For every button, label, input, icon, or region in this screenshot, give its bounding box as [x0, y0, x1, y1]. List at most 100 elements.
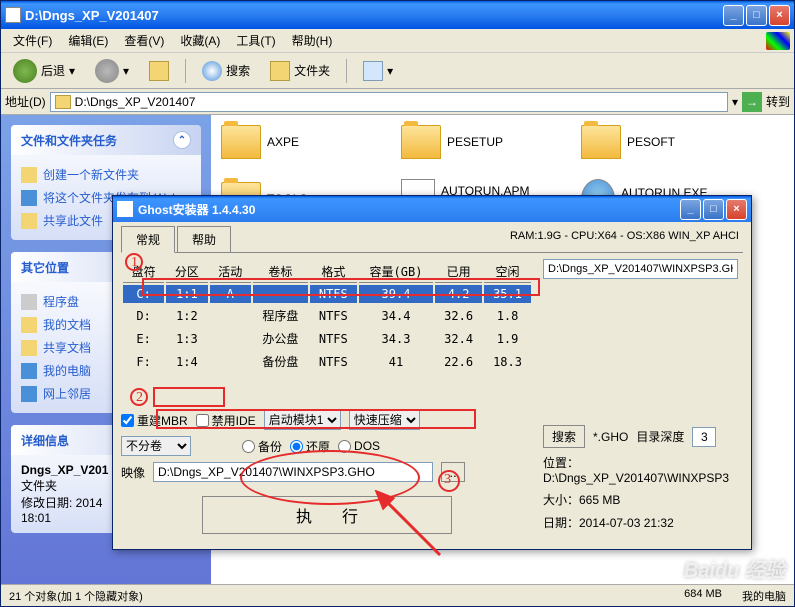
- rebuild-mbr-checkbox[interactable]: 重建MBR: [121, 412, 188, 429]
- dos-radio[interactable]: DOS: [338, 439, 380, 453]
- disk-cell: [253, 285, 308, 303]
- browse-button[interactable]: ..: [441, 462, 465, 482]
- folder-icon: [221, 125, 261, 159]
- disk-row[interactable]: E:1:3办公盘NTFS34.332.41.9: [123, 328, 531, 349]
- disk-cell: 1:3: [166, 328, 207, 349]
- disk-cell: 办公盘: [253, 328, 308, 349]
- image-label: 映像: [121, 464, 145, 481]
- file-item[interactable]: PESETUP: [401, 125, 561, 159]
- dropdown-icon: ▾: [387, 64, 393, 78]
- folder-icon: [21, 167, 37, 183]
- minimize-button[interactable]: _: [723, 5, 744, 26]
- maximize-button[interactable]: □: [703, 199, 724, 220]
- folders-button[interactable]: 文件夹: [262, 57, 338, 85]
- image-path-input[interactable]: [153, 462, 433, 482]
- ghost-title: Ghost安装器 1.4.4.30: [138, 201, 680, 218]
- disk-cell: D:: [123, 305, 164, 326]
- tasks-header: 文件和文件夹任务: [21, 132, 117, 149]
- disk-row[interactable]: F:1:4备份盘NTFS4122.618.3: [123, 351, 531, 372]
- execute-button[interactable]: 执行: [202, 496, 452, 534]
- folder-icon: [55, 95, 71, 109]
- ghost-titlebar[interactable]: Ghost安装器 1.4.4.30 _ □ ×: [113, 196, 751, 222]
- dropdown-icon: ▾: [69, 64, 75, 78]
- minimize-button[interactable]: _: [680, 199, 701, 220]
- watermark: Baidu 经验: [684, 554, 785, 583]
- system-info: RAM:1.9G - CPU:X64 - OS:X86 WIN_XP AHCI: [506, 226, 743, 252]
- network-icon: [21, 386, 37, 402]
- disk-cell: [210, 351, 251, 372]
- up-button[interactable]: [141, 57, 177, 85]
- disk-cell: 22.6: [435, 351, 482, 372]
- column-header[interactable]: 分区: [166, 261, 207, 283]
- column-header[interactable]: 空闲: [484, 261, 531, 283]
- split-select[interactable]: 不分卷: [121, 436, 191, 456]
- tab-general[interactable]: 常规: [121, 226, 175, 253]
- tab-help[interactable]: 帮助: [177, 226, 231, 252]
- restore-radio[interactable]: 还原: [290, 438, 330, 455]
- boot-module-select[interactable]: 启动模块1: [264, 410, 341, 430]
- search-button[interactable]: 搜索: [194, 57, 258, 85]
- gho-path-input[interactable]: [543, 259, 738, 279]
- shared-icon: [21, 340, 37, 356]
- file-item[interactable]: AXPE: [221, 125, 381, 159]
- disk-cell: 32.4: [435, 328, 482, 349]
- collapse-icon[interactable]: ⌃: [173, 131, 191, 149]
- compress-select[interactable]: 快速压缩: [349, 410, 420, 430]
- close-button[interactable]: ×: [769, 5, 790, 26]
- menu-edit[interactable]: 编辑(E): [60, 30, 116, 51]
- column-header[interactable]: 格式: [310, 261, 357, 283]
- addressbar: 地址(D) D:\Dngs_XP_V201407 ▾ → 转到: [1, 89, 794, 115]
- disk-row[interactable]: D:1:2程序盘NTFS34.432.61.8: [123, 305, 531, 326]
- disk-cell: [210, 305, 251, 326]
- date-info: 日期：2014-07-03 21:32: [543, 514, 743, 531]
- back-label: 后退: [41, 62, 65, 79]
- size-info: 大小：665 MB: [543, 491, 743, 508]
- menu-fav[interactable]: 收藏(A): [172, 30, 228, 51]
- xp-logo-icon: [766, 32, 790, 50]
- back-button[interactable]: 后退 ▾: [5, 55, 83, 87]
- column-header[interactable]: 盘符: [123, 261, 164, 283]
- statusbar: 21 个对象(加 1 个隐藏对象) 684 MB 我的电脑: [1, 584, 794, 606]
- status-left: 21 个对象(加 1 个隐藏对象): [9, 588, 143, 604]
- address-value: D:\Dngs_XP_V201407: [75, 95, 196, 109]
- address-input[interactable]: D:\Dngs_XP_V201407: [50, 92, 728, 112]
- disk-cell: 1.8: [484, 305, 531, 326]
- views-button[interactable]: ▾: [355, 57, 401, 85]
- disk-cell: NTFS: [310, 328, 357, 349]
- task-new-folder[interactable]: 创建一个新文件夹: [21, 163, 191, 186]
- ext-label: *.GHO: [593, 430, 628, 444]
- globe-icon: [21, 190, 37, 206]
- drive-icon: [21, 294, 37, 310]
- search-gho-button[interactable]: 搜索: [543, 425, 585, 448]
- depth-input[interactable]: [692, 427, 716, 447]
- address-label: 地址(D): [5, 93, 46, 110]
- depth-label: 目录深度: [636, 428, 684, 445]
- separator: [346, 59, 347, 83]
- menu-help[interactable]: 帮助(H): [284, 30, 341, 51]
- menu-tools[interactable]: 工具(T): [228, 30, 283, 51]
- backup-radio[interactable]: 备份: [242, 438, 282, 455]
- disk-row[interactable]: C:1:1ANTFS39.44.235.1: [123, 285, 531, 303]
- forward-button[interactable]: ▾: [87, 55, 137, 87]
- column-header[interactable]: 活动: [210, 261, 251, 283]
- go-button[interactable]: →: [742, 92, 762, 112]
- maximize-button[interactable]: □: [746, 5, 767, 26]
- docs-icon: [21, 317, 37, 333]
- share-icon: [21, 213, 37, 229]
- separator: [185, 59, 186, 83]
- column-header[interactable]: 卷标: [253, 261, 308, 283]
- file-item[interactable]: PESOFT: [581, 125, 741, 159]
- menu-view[interactable]: 查看(V): [116, 30, 172, 51]
- column-header[interactable]: 容量(GB): [359, 261, 433, 283]
- folders-label: 文件夹: [294, 62, 330, 79]
- disable-ide-checkbox[interactable]: 禁用IDE: [196, 412, 256, 429]
- column-header[interactable]: 已用: [435, 261, 482, 283]
- disk-cell: 程序盘: [253, 305, 308, 326]
- dropdown-icon[interactable]: ▾: [732, 95, 738, 109]
- titlebar[interactable]: D:\Dngs_XP_V201407 _ □ ×: [1, 1, 794, 29]
- window-title: D:\Dngs_XP_V201407: [25, 8, 723, 23]
- menu-file[interactable]: 文件(F): [5, 30, 60, 51]
- disk-table[interactable]: 盘符分区活动卷标格式容量(GB)已用空闲 C:1:1ANTFS39.44.235…: [121, 259, 533, 374]
- disk-cell: 18.3: [484, 351, 531, 372]
- close-button[interactable]: ×: [726, 199, 747, 220]
